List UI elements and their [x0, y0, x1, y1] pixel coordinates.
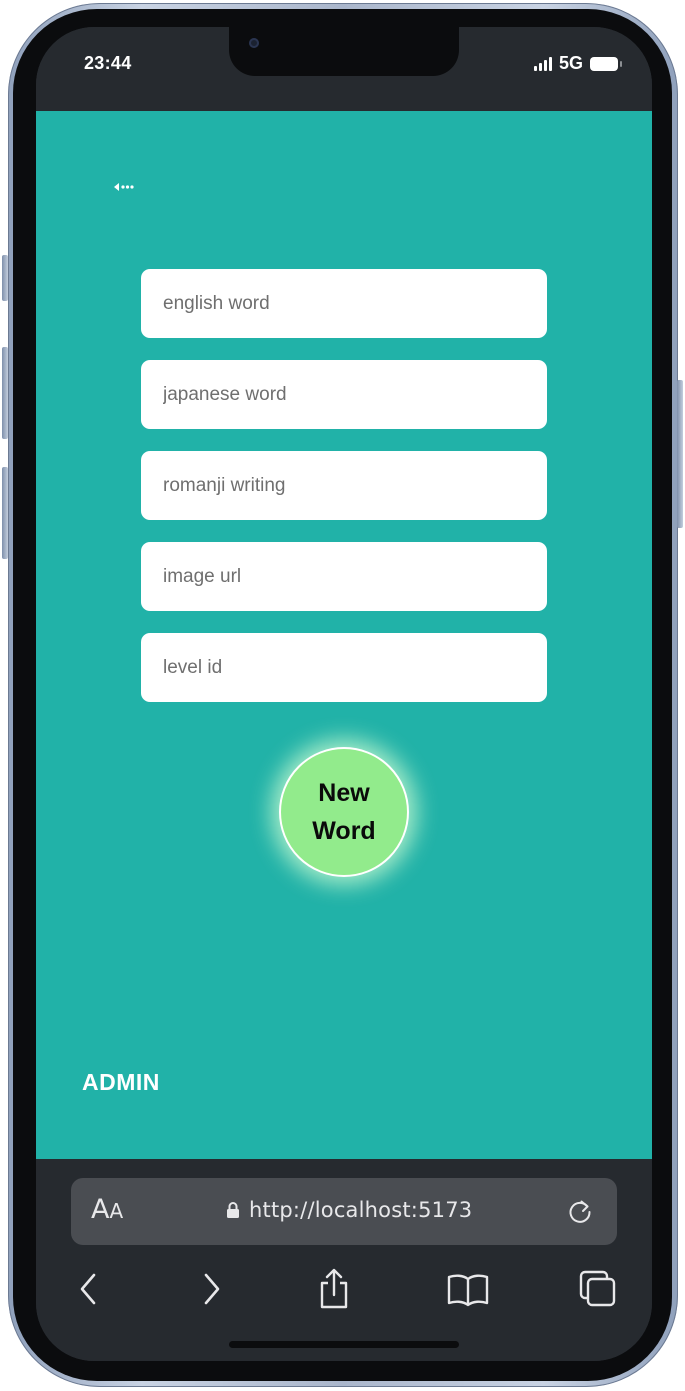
- power-button: [677, 380, 683, 528]
- back-arrow-icon[interactable]: [112, 179, 136, 195]
- volume-up-button: [2, 347, 8, 439]
- home-indicator: [229, 1341, 459, 1348]
- english-word-input[interactable]: [141, 269, 547, 338]
- battery-icon: [590, 56, 622, 71]
- main-content: New Word ADMIN: [36, 111, 652, 1159]
- browser-nav-row: [36, 1267, 652, 1313]
- lock-icon: [227, 1202, 239, 1218]
- browser-toolbar: AA http://localhost:5173: [36, 1159, 652, 1361]
- book-icon[interactable]: [446, 1267, 490, 1311]
- image-url-input[interactable]: [141, 542, 547, 611]
- text-size-small-glyph: A: [109, 1199, 124, 1223]
- phone-screen: 23:44 5G english word japanese word roma…: [36, 27, 652, 1361]
- chevron-right-icon[interactable]: [190, 1267, 230, 1311]
- url-text: http://localhost:5173: [249, 1198, 473, 1222]
- reload-icon[interactable]: [565, 1196, 595, 1226]
- url-display[interactable]: http://localhost:5173: [226, 1198, 472, 1222]
- new-word-button-label-line2: Word: [312, 817, 376, 845]
- signal-icon: [533, 56, 552, 71]
- new-word-button-label: New Word: [312, 774, 375, 850]
- address-bar[interactable]: AA http://localhost:5173: [71, 1178, 617, 1245]
- network-label: 5G: [558, 53, 583, 73]
- status-bar: 23:44 5G: [36, 27, 652, 111]
- notch: [229, 27, 459, 76]
- japanese-word-input[interactable]: [141, 360, 547, 429]
- status-time: 23:44: [84, 53, 132, 73]
- new-word-button[interactable]: New Word: [279, 747, 409, 877]
- volume-down-button: [2, 467, 8, 559]
- level-id-input[interactable]: [141, 633, 547, 702]
- text-size-button[interactable]: AA: [91, 1194, 123, 1225]
- front-camera: [249, 38, 259, 48]
- admin-label: ADMIN: [82, 1069, 160, 1095]
- chevron-left-icon[interactable]: [70, 1267, 110, 1311]
- status-indicators: 5G: [533, 53, 622, 74]
- share-icon[interactable]: [314, 1267, 354, 1311]
- romanji-writing-input[interactable]: [141, 451, 547, 520]
- mute-switch: [2, 255, 8, 301]
- text-size-big-glyph: A: [91, 1194, 110, 1225]
- new-word-button-label-line1: New: [318, 779, 370, 807]
- new-word-form: [141, 269, 547, 724]
- tabs-icon[interactable]: [578, 1267, 618, 1311]
